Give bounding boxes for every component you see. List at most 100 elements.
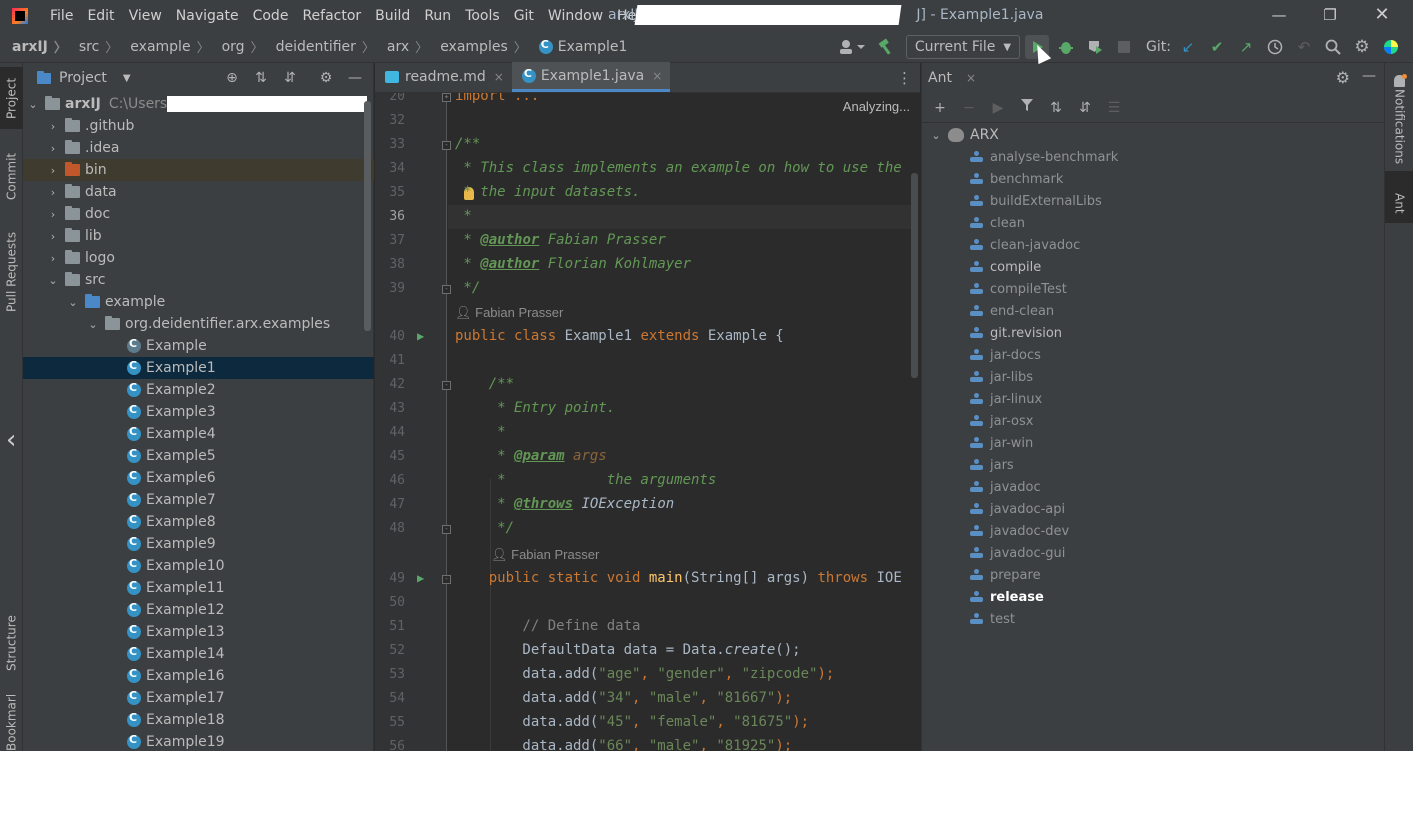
tree-class-example17[interactable]: Example17 xyxy=(23,687,374,709)
ant-target[interactable]: compile xyxy=(922,256,1385,278)
tree-class-example[interactable]: Example xyxy=(23,335,374,357)
ant-target[interactable]: analyse-benchmark xyxy=(922,146,1385,168)
fold-icon[interactable]: - xyxy=(442,285,451,294)
hide-panel-icon[interactable]: — xyxy=(345,68,365,88)
ant-target[interactable]: clean xyxy=(922,212,1385,234)
expand-all-icon[interactable]: ⇅ xyxy=(1046,98,1066,118)
menu-navigate[interactable]: Navigate xyxy=(176,8,239,24)
tree-class-example5[interactable]: Example5 xyxy=(23,445,374,467)
tree-class-example1[interactable]: Example1 xyxy=(23,357,374,379)
tree-class-example8[interactable]: Example8 xyxy=(23,511,374,533)
menu-code[interactable]: Code xyxy=(253,8,289,24)
chevron-right-icon[interactable]: › xyxy=(47,208,59,221)
menu-refactor[interactable]: Refactor xyxy=(302,8,361,24)
locate-icon[interactable]: ⊕ xyxy=(222,68,242,88)
close-window-icon[interactable]: ✕ xyxy=(1370,4,1394,26)
add-icon[interactable]: + xyxy=(930,98,950,118)
ant-target[interactable]: jar-libs xyxy=(922,366,1385,388)
collapse-arrow-icon[interactable]: ‹ xyxy=(6,425,20,455)
code-view[interactable]: Analyzing... 20 + import ... 32 33-/** 34 … xyxy=(375,93,920,751)
tree-folder[interactable]: › logo xyxy=(23,247,374,269)
close-tab-icon[interactable]: × xyxy=(652,69,662,83)
filter-icon[interactable] xyxy=(1017,98,1037,118)
settings-gear-icon[interactable]: ⚙ xyxy=(1350,35,1374,59)
search-icon[interactable] xyxy=(1321,35,1345,59)
tree-folder[interactable]: › lib xyxy=(23,225,374,247)
git-commit-icon[interactable]: ✔ xyxy=(1205,35,1229,59)
ant-target[interactable]: jars xyxy=(922,454,1385,476)
tree-class-example12[interactable]: Example12 xyxy=(23,599,374,621)
tab-project[interactable]: Project xyxy=(0,67,23,129)
hide-panel-icon[interactable]: — xyxy=(1362,68,1376,84)
tab-ant[interactable]: Ant xyxy=(1385,171,1413,223)
ant-target[interactable]: end-clean xyxy=(922,300,1385,322)
project-panel-title[interactable]: Project xyxy=(59,70,107,86)
ant-target[interactable]: jar-docs xyxy=(922,344,1385,366)
tab-commit[interactable]: Commit xyxy=(0,145,23,207)
rollback-icon[interactable]: ↶ xyxy=(1292,35,1316,59)
ant-target[interactable]: jar-linux xyxy=(922,388,1385,410)
close-panel-icon[interactable]: × xyxy=(966,71,976,85)
menu-build[interactable]: Build xyxy=(375,8,410,24)
breadcrumb-item[interactable]: org 〉 xyxy=(222,37,264,57)
tree-class-example19[interactable]: Example19 xyxy=(23,731,374,751)
tab-structure[interactable]: Structure xyxy=(0,608,23,678)
chevron-right-icon[interactable]: › xyxy=(47,120,59,133)
tree-class-example11[interactable]: Example11 xyxy=(23,577,374,599)
chevron-down-icon[interactable]: ⌄ xyxy=(930,129,942,142)
fold-icon[interactable]: - xyxy=(442,575,451,584)
ant-target[interactable]: prepare xyxy=(922,564,1385,586)
ant-target[interactable]: jar-win xyxy=(922,432,1385,454)
chevron-down-icon[interactable]: ⌄ xyxy=(67,296,79,309)
chevron-down-icon[interactable]: ⌄ xyxy=(27,98,39,111)
tree-folder[interactable]: › bin xyxy=(23,159,374,181)
tab-bookmarks[interactable]: Bookmarks xyxy=(0,695,23,751)
ant-target[interactable]: release xyxy=(922,586,1385,608)
tree-class-example2[interactable]: Example2 xyxy=(23,379,374,401)
git-update-icon[interactable]: ↙ xyxy=(1176,35,1200,59)
tree-class-example16[interactable]: Example16 xyxy=(23,665,374,687)
ant-target[interactable]: buildExternalLibs xyxy=(922,190,1385,212)
tree-class-example18[interactable]: Example18 xyxy=(23,709,374,731)
menu-edit[interactable]: Edit xyxy=(87,8,114,24)
tab-readme[interactable]: readme.md × xyxy=(375,62,512,92)
gear-icon[interactable]: ⚙ xyxy=(316,68,336,88)
ant-target[interactable]: jar-osx xyxy=(922,410,1385,432)
ant-target[interactable]: test xyxy=(922,608,1385,630)
user-icon[interactable] xyxy=(835,35,869,59)
tree-class-example10[interactable]: Example10 xyxy=(23,555,374,577)
breadcrumb-item[interactable]: example 〉 xyxy=(130,37,209,57)
ant-root-node[interactable]: ⌄ ARX xyxy=(922,124,1385,146)
more-tabs-icon[interactable]: ⋮ xyxy=(897,69,912,87)
tree-class-example14[interactable]: Example14 xyxy=(23,643,374,665)
chevron-right-icon[interactable]: › xyxy=(47,252,59,265)
tree-folder[interactable]: › .idea xyxy=(23,137,374,159)
tree-folder[interactable]: › .github xyxy=(23,115,374,137)
ant-target[interactable]: javadoc xyxy=(922,476,1385,498)
chevron-right-icon[interactable]: › xyxy=(47,142,59,155)
tree-class-example13[interactable]: Example13 xyxy=(23,621,374,643)
breadcrumb-item[interactable]: arxIJ 〉 xyxy=(12,37,67,57)
debug-icon[interactable] xyxy=(1054,35,1078,59)
tree-class-example4[interactable]: Example4 xyxy=(23,423,374,445)
collapse-all-icon[interactable]: ⇵ xyxy=(1075,98,1095,118)
close-tab-icon[interactable]: × xyxy=(494,70,504,84)
menu-file[interactable]: File xyxy=(50,8,73,24)
chevron-right-icon[interactable]: › xyxy=(47,230,59,243)
ant-target[interactable]: git.revision xyxy=(922,322,1385,344)
tree-folder[interactable]: › doc xyxy=(23,203,374,225)
tree-folder[interactable]: › data xyxy=(23,181,374,203)
build-hammer-icon[interactable] xyxy=(874,35,898,59)
menu-tools[interactable]: Tools xyxy=(465,8,500,24)
minimize-icon[interactable]: — xyxy=(1267,4,1291,26)
git-push-icon[interactable]: ↗ xyxy=(1234,35,1258,59)
tree-package[interactable]: ⌄ org.deidentifier.arx.examples xyxy=(23,313,374,335)
breadcrumb-item[interactable]: Example1 xyxy=(538,38,627,55)
breadcrumb-item[interactable]: src 〉 xyxy=(79,37,118,57)
tree-class-example3[interactable]: Example3 xyxy=(23,401,374,423)
fold-icon[interactable]: - xyxy=(442,525,451,534)
run-configuration-dropdown[interactable]: Current File ▼ xyxy=(905,35,1021,59)
menu-window[interactable]: Window xyxy=(548,8,603,24)
run-main-icon[interactable]: ▶ xyxy=(417,571,424,585)
run-with-coverage-icon[interactable] xyxy=(1083,35,1107,59)
